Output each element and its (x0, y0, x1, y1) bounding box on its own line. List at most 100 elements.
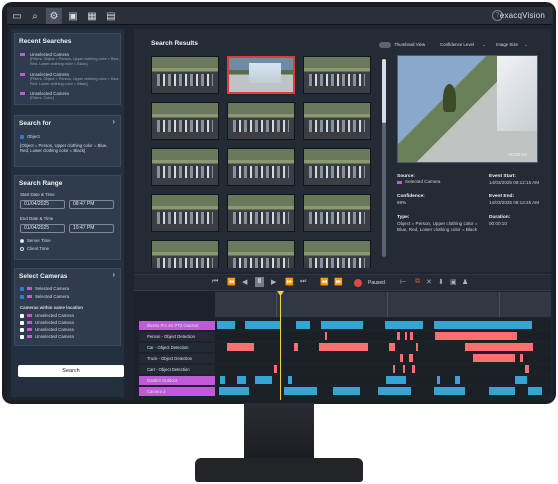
server-time-label: Server Time (27, 238, 51, 243)
result-thumbnail[interactable] (303, 56, 371, 94)
result-thumbnail[interactable] (151, 102, 219, 140)
timeline-row-label[interactable]: Cart - Object Detection (139, 365, 215, 374)
camera-checkbox[interactable] (20, 335, 24, 339)
search-button[interactable]: Search (18, 365, 124, 377)
event-end-value: 14/03/2025 08:12:25 AM (489, 200, 540, 205)
result-thumbnail[interactable] (303, 240, 371, 268)
camera-icon (27, 335, 32, 338)
crop-icon[interactable]: ⊢ (400, 278, 406, 286)
track-segment (385, 321, 423, 329)
result-thumbnail[interactable] (151, 240, 219, 268)
result-thumbnail[interactable] (151, 148, 219, 186)
close-clip-icon[interactable]: ✕ (426, 278, 432, 286)
timeline-track[interactable] (215, 321, 551, 329)
result-thumbnail-selected[interactable] (227, 56, 295, 94)
track-segment (378, 387, 411, 395)
clipboard-icon[interactable]: ▤ (103, 8, 119, 24)
record-icon[interactable] (354, 279, 362, 287)
step-forward-icon[interactable]: ▶ (271, 278, 276, 286)
end-time-field[interactable]: 10:47 PM (69, 224, 114, 233)
start-date-field[interactable]: 01/04/2025 (20, 200, 65, 209)
track-segment (237, 376, 246, 384)
result-thumbnail[interactable] (227, 102, 295, 140)
track-segment (294, 343, 298, 351)
skip-start-icon[interactable]: ⏮ (212, 278, 218, 286)
clip-icon[interactable]: ▣ (65, 8, 81, 24)
track-segment (274, 365, 277, 373)
download-icon[interactable]: ⬇ (438, 278, 444, 286)
timeline-track[interactable] (215, 365, 551, 373)
timeline-row-label[interactable]: Car - Object Detection (139, 343, 215, 352)
event-preview[interactable]: 00:00:10 (397, 55, 538, 163)
chevron-down-icon: ⌄ (482, 42, 486, 47)
recent-searches-title: Recent Searches (19, 38, 72, 45)
track-segment (321, 321, 363, 329)
result-thumbnail[interactable] (227, 240, 295, 268)
client-time-radio[interactable] (20, 247, 24, 251)
results-scrollbar[interactable] (382, 59, 386, 257)
left-panel: Recent Searches Unselected Camera [Filte… (11, 29, 124, 397)
step-back-icon[interactable]: ◀ (242, 278, 247, 286)
playback-controls: ⏮ ⏪ ◀ Ⅱ ▶ ⏩ ⏭ ⏪ ⏩ Paused ⊢ ⧉ ✕ ⬇ ▣ ♟ (134, 275, 551, 291)
search-icon[interactable]: ⌕ (27, 8, 43, 24)
search-for-card[interactable]: Search for › Object [Object = Person, Up… (14, 115, 121, 167)
rewind-icon[interactable]: ⏪ (227, 278, 236, 286)
result-thumbnail[interactable] (303, 194, 371, 232)
timeline-ruler[interactable] (215, 292, 551, 317)
select-cameras-card[interactable]: Select Cameras › Selected Camera Selecte… (14, 268, 121, 346)
timeline-row-label[interactable]: Person - Object Detection (139, 332, 215, 341)
camera-checkbox[interactable] (20, 295, 24, 299)
skip-end-icon[interactable]: ⏭ (300, 278, 306, 286)
grid-icon[interactable]: ▦ (84, 8, 100, 24)
timeline-row-label[interactable]: Garden Outdoor (139, 376, 215, 385)
object-checkbox[interactable] (20, 135, 24, 139)
recent-item-details: [Filters: Object = Person, Upper clothin… (30, 57, 120, 66)
timeline-track[interactable] (215, 332, 551, 340)
camera-checkbox[interactable] (20, 287, 24, 291)
chevron-right-icon[interactable]: › (112, 271, 115, 279)
pause-icon[interactable]: Ⅱ (255, 277, 264, 287)
timeline-track[interactable] (215, 387, 551, 395)
monitor-icon[interactable]: ▭ (9, 8, 25, 24)
export-icon[interactable]: ⧉ (415, 278, 420, 286)
timeline-track[interactable] (215, 376, 551, 384)
camera-checkbox[interactable] (20, 321, 24, 325)
confidence-level-dropdown[interactable]: Confidence Level (440, 42, 474, 47)
result-thumbnail[interactable] (151, 56, 219, 94)
next-event-icon[interactable]: ⏩ (334, 278, 343, 286)
track-segment (520, 354, 523, 362)
result-thumbnail[interactable] (227, 194, 295, 232)
result-thumbnail[interactable] (303, 148, 371, 186)
previous-event-icon[interactable]: ⏪ (320, 278, 329, 286)
preview-building (497, 56, 537, 131)
timeline-track[interactable] (215, 343, 551, 351)
camera-icon (20, 53, 25, 56)
fast-forward-icon[interactable]: ⏩ (285, 278, 294, 286)
result-thumbnail[interactable] (151, 194, 219, 232)
camera-checkbox[interactable] (20, 328, 24, 332)
image-size-dropdown[interactable]: Image Size (496, 42, 518, 47)
result-thumbnail[interactable] (227, 148, 295, 186)
camera-name: Unselected Camera (35, 334, 74, 339)
gear-icon[interactable]: ⚙ (46, 8, 62, 24)
camera-name: Selected Camera (35, 286, 69, 291)
end-date-field[interactable]: 01/04/2025 (20, 224, 65, 233)
timeline-row-label[interactable]: Camera 3 (139, 387, 215, 396)
playhead-cursor[interactable] (280, 292, 281, 400)
track-segment (416, 343, 418, 351)
chevron-right-icon[interactable]: › (112, 118, 115, 126)
timeline-row-label[interactable]: Illustra Pro 4K PTZ Outdoor (139, 321, 215, 330)
camera-checkbox[interactable] (20, 314, 24, 318)
result-thumbnail[interactable] (303, 102, 371, 140)
server-time-radio[interactable] (20, 239, 24, 243)
timeline-row-label[interactable]: Truck - Object Detection (139, 354, 215, 363)
timeline-track[interactable] (215, 354, 551, 362)
user-icon[interactable]: ♟ (462, 278, 468, 286)
start-time-field[interactable]: 08:47 PM (69, 200, 114, 209)
search-for-title: Search for (19, 120, 52, 127)
thumbnail-toggle[interactable] (379, 42, 391, 48)
client-time-label: Client Time (27, 246, 49, 251)
duration-value: 00:00:10 (489, 221, 507, 226)
save-icon[interactable]: ▣ (450, 278, 457, 286)
track-segment (296, 321, 310, 329)
